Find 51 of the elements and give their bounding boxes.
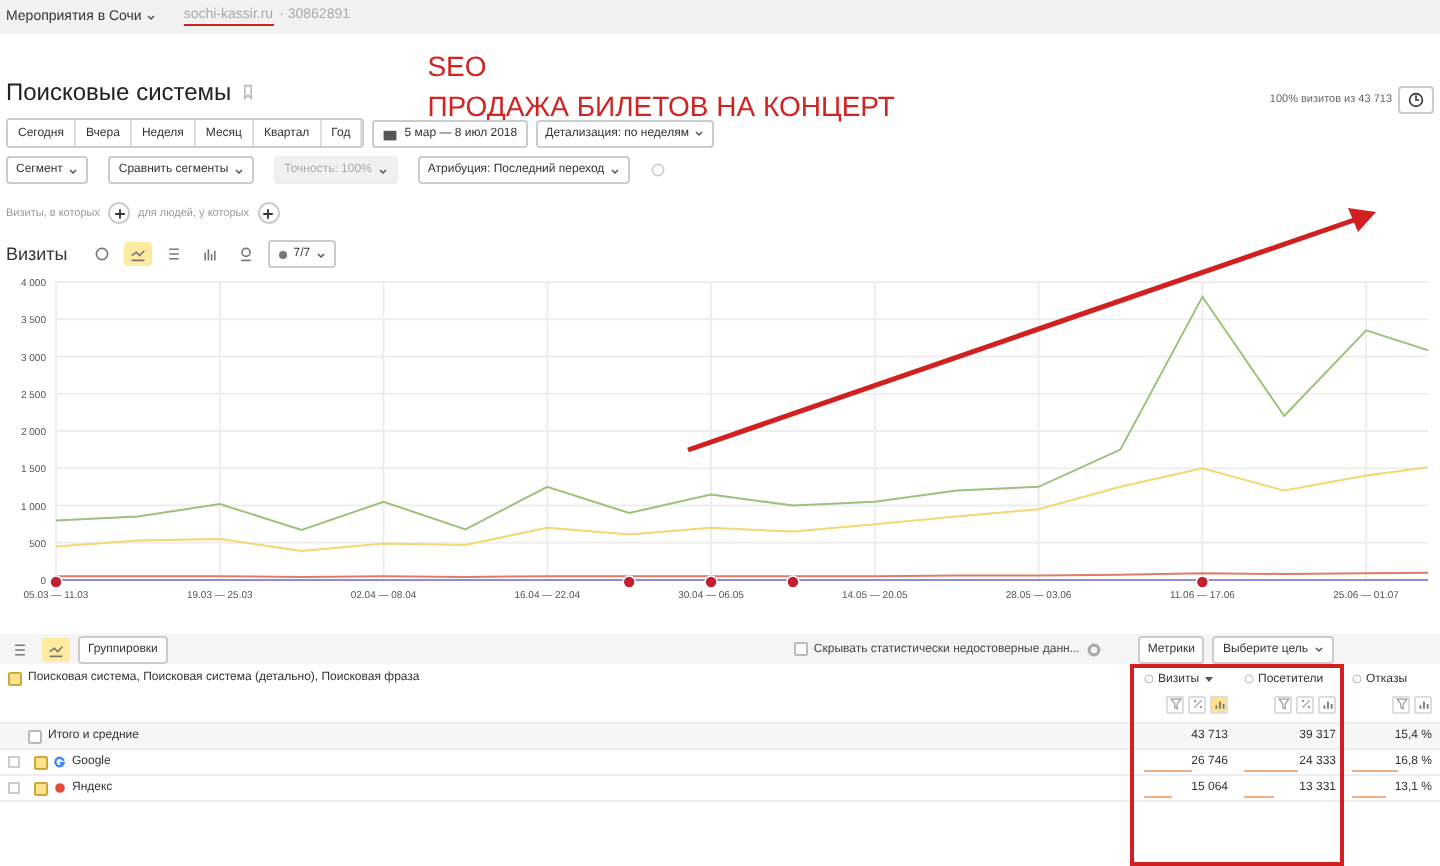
filter-icon: [1395, 698, 1407, 710]
help-icon: [1144, 674, 1154, 684]
column-tool-button[interactable]: [1392, 695, 1410, 713]
pie-chart-icon: [93, 246, 110, 262]
tree-view-button[interactable]: [42, 637, 70, 661]
add-condition-button[interactable]: [108, 202, 130, 224]
checkbox[interactable]: [28, 729, 42, 743]
annotation-text: ПРОДАЖА БИЛЕТОВ НА КОНЦЕРТ: [427, 90, 895, 122]
info-icon: [650, 162, 667, 178]
caret-icon: [316, 249, 327, 259]
caret-icon: [694, 128, 705, 138]
bar-chart-icon: [1321, 698, 1333, 710]
clock-icon: [1408, 92, 1424, 108]
plus-icon: [262, 207, 274, 219]
help-icon: [1352, 674, 1362, 684]
help-icon: [1244, 674, 1254, 684]
chart-view-button[interactable]: [123, 242, 152, 266]
checkbox[interactable]: [8, 672, 22, 686]
sort-icon: [1203, 674, 1214, 684]
caret-icon: [234, 165, 245, 175]
caret-icon: [610, 165, 621, 175]
event-markers-drawing[interactable]: [49, 575, 1210, 589]
google-logo-icon: [54, 756, 66, 768]
dot-icon: [277, 249, 288, 259]
percent-icon: [1191, 698, 1203, 710]
line-chart-icon: [48, 641, 64, 657]
checkbox[interactable]: [793, 642, 808, 656]
bar-chart-icon: [201, 246, 218, 262]
checkbox[interactable]: [34, 755, 48, 769]
bar-chart-icon: [1213, 698, 1225, 710]
clock-button[interactable]: [1398, 86, 1434, 114]
annotation-text: SEO: [427, 50, 489, 82]
add-condition-button[interactable]: [257, 202, 279, 224]
checkbox[interactable]: [34, 781, 48, 795]
filter-icon: [1277, 698, 1289, 710]
filter-icon: [1169, 698, 1181, 710]
column-tool-button[interactable]: [1166, 695, 1184, 713]
line-chart-icon: [129, 246, 146, 262]
report-title: Поисковые системы: [6, 78, 232, 106]
stacked-chart-icon: [12, 641, 28, 657]
caret-icon: [377, 165, 388, 175]
column-tool-button[interactable]: [1274, 695, 1292, 713]
percent-icon: [1299, 698, 1311, 710]
caret-icon: [1314, 644, 1324, 654]
chart-metric-title: Визиты: [6, 244, 68, 264]
caret-icon: [145, 12, 156, 22]
plus-icon: [113, 207, 125, 219]
bar-chart-icon: [1417, 698, 1429, 710]
bookmark-icon: [239, 84, 256, 100]
caret-icon: [68, 165, 79, 175]
stacked-chart-icon: [165, 246, 182, 262]
